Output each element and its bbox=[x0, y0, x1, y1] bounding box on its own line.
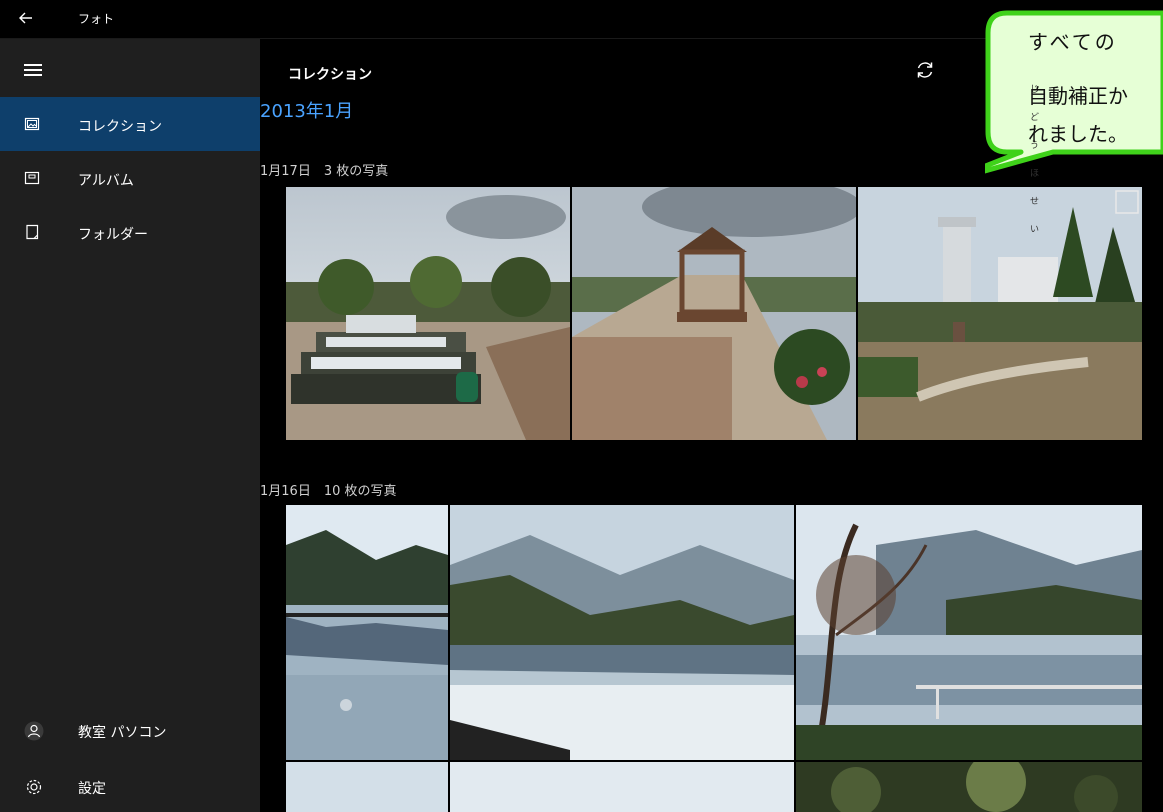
app-title: フォト bbox=[78, 12, 115, 26]
callout-line-2: 自動補正か bbox=[1028, 84, 1128, 108]
gear-icon bbox=[26, 779, 42, 795]
folder-icon bbox=[26, 224, 39, 240]
photo-lake-3[interactable] bbox=[796, 505, 1142, 760]
photo-lake-5[interactable] bbox=[450, 762, 794, 812]
photo-gazebo[interactable] bbox=[572, 187, 856, 440]
settings-label: 設定 bbox=[78, 781, 106, 797]
callout-line-3: れました。 bbox=[1028, 122, 1128, 146]
date-group-label: 1月17日 3 枚の写真 bbox=[260, 164, 389, 179]
person-icon bbox=[24, 721, 44, 741]
settings-button[interactable]: 設定 bbox=[0, 767, 260, 807]
photo-trees[interactable] bbox=[796, 762, 1142, 812]
date-group-label: 1月16日 10 枚の写真 bbox=[260, 484, 397, 499]
photo-fountain[interactable] bbox=[286, 187, 570, 440]
month-heading: 2013年1月 bbox=[260, 101, 354, 122]
album-icon bbox=[24, 171, 40, 185]
refresh-icon[interactable] bbox=[914, 59, 936, 81]
sidebar-item-label: コレクション bbox=[78, 119, 162, 135]
photo-lake-1[interactable] bbox=[286, 505, 448, 760]
sidebar-item-folder[interactable]: フォルダー bbox=[0, 205, 260, 259]
photo-lake-2[interactable] bbox=[450, 505, 794, 760]
user-name: 教室 パソコン bbox=[78, 725, 167, 741]
callout-line-1: すべての bbox=[1028, 30, 1118, 54]
collection-icon bbox=[24, 117, 40, 131]
sidebar-item-album[interactable]: アルバム bbox=[0, 151, 260, 205]
sidebar-item-label: フォルダー bbox=[78, 227, 148, 243]
hamburger-menu-icon[interactable] bbox=[24, 64, 42, 76]
sidebar-item-label: アルバム bbox=[78, 173, 134, 189]
photo-church[interactable] bbox=[858, 187, 1142, 440]
photo-lake-4[interactable] bbox=[286, 762, 448, 812]
user-account-button[interactable]: 教室 パソコン bbox=[0, 711, 260, 751]
sidebar-item-collection[interactable]: コレクション bbox=[0, 97, 260, 151]
page-title: コレクション bbox=[288, 67, 372, 83]
back-arrow-icon[interactable] bbox=[16, 8, 36, 28]
sidebar: コレクション アルバム フォルダー 教室 パソコン 設定 bbox=[0, 39, 260, 812]
